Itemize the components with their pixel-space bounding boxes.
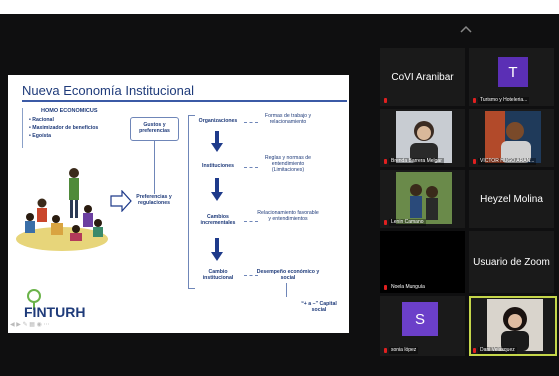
participant-name: Usuario de Zoom — [473, 256, 550, 268]
node-cambios-incrementales: Cambios incrementales — [200, 214, 236, 227]
homo-economicus-box: HOMO ECONOMICUS • Racional • Maximizador… — [22, 108, 119, 148]
participant-label: Turismo y Hoteleria... — [478, 97, 530, 104]
participant-video — [396, 111, 452, 163]
node-formas-trabajo: Formas de trabajo y relacionamiento — [264, 113, 312, 126]
participant-label: VICTOR HUGO ARAN... — [478, 158, 537, 165]
svg-text:FINTURH: FINTURH — [24, 304, 85, 320]
down-arrow-icon — [211, 252, 223, 261]
participant-label: Lenin Camano — [389, 219, 426, 226]
connector-line — [286, 283, 287, 297]
arrow-stem — [215, 131, 219, 143]
participant-video — [487, 299, 543, 351]
gustos-label: Gustos y preferencias — [139, 122, 170, 135]
participant-label: Dani Velásquez — [478, 347, 517, 354]
avatar: S — [402, 302, 438, 336]
gustos-box: Gustos y preferencias — [130, 117, 179, 141]
participant-tile[interactable]: VICTOR HUGO ARAN... — [469, 109, 554, 167]
muted-mic-icon — [384, 348, 387, 353]
muted-mic-icon — [473, 348, 476, 353]
chevron-up-icon[interactable] — [459, 22, 473, 36]
zoom-window: Nueva Economía Institucional HOMO ECONOM… — [0, 0, 559, 376]
participant-tile[interactable]: Noela Munguía — [380, 231, 465, 293]
preferencias-label: Preferencias y regulaciones — [136, 194, 172, 207]
down-arrow-icon — [211, 143, 223, 152]
muted-mic-icon — [384, 220, 387, 225]
node-cambio-institucional: Cambio institucional — [202, 269, 234, 282]
participant-name: CoVI Aranibar — [391, 71, 454, 83]
node-desempeno: Desempeño económico y social — [256, 269, 320, 282]
right-arrow-icon — [110, 190, 132, 212]
participant-tile[interactable]: Brenda Barrera Melgar — [380, 109, 465, 167]
slide-title: Nueva Economía Institucional — [22, 83, 194, 98]
node-instituciones: Instituciones — [202, 163, 234, 169]
shared-screen-slide: Nueva Economía Institucional HOMO ECONOM… — [8, 75, 349, 333]
muted-mic-icon — [473, 159, 476, 164]
finturh-logo: FINTURH — [24, 289, 85, 320]
arrow-stem — [215, 178, 219, 192]
participant-video — [396, 172, 452, 224]
participant-tile[interactable]: T Turismo y Hoteleria... — [469, 48, 554, 106]
node-relacionamiento: Relacionamiento favorable y entendimient… — [257, 210, 319, 223]
title-divider — [22, 100, 347, 102]
down-arrow-icon — [211, 192, 223, 201]
connector-line — [154, 140, 155, 194]
homo-heading: HOMO ECONOMICUS — [41, 108, 98, 114]
participant-tile[interactable]: Heyzel Molina — [469, 170, 554, 228]
participant-name: Heyzel Molina — [480, 193, 543, 205]
participant-tile[interactable]: S sonia lópez — [380, 296, 465, 356]
participant-tile[interactable]: CoVI Aranibar — [380, 48, 465, 106]
participant-label: sonia lópez — [389, 347, 419, 354]
participant-video — [485, 111, 541, 163]
muted-mic-icon — [384, 285, 387, 290]
node-organizaciones: Organizaciones — [198, 118, 238, 124]
participant-label: Noela Munguía — [389, 284, 427, 291]
top-bar — [0, 0, 559, 14]
avatar: T — [498, 57, 528, 87]
arrow-stem — [215, 238, 219, 252]
participant-tile-active-speaker[interactable]: Dani Velásquez — [469, 296, 557, 356]
participant-tile[interactable]: Usuario de Zoom — [469, 231, 554, 293]
participant-tile[interactable]: Lenin Camano — [380, 170, 465, 228]
homo-item: • Egoísta — [29, 133, 52, 139]
muted-mic-icon — [384, 159, 387, 164]
participant-label: Brenda Barrera Melgar — [389, 158, 444, 165]
homo-item: • Maximizador de beneficios — [29, 125, 99, 131]
muted-mic-icon — [473, 98, 476, 103]
presenter-toolbar[interactable]: ◀ ▶ ✎ ▦ ◉ ⋯ — [10, 321, 50, 328]
muted-mic-icon — [384, 98, 387, 103]
homo-item: • Racional — [29, 117, 54, 123]
node-reglas-normas: Reglas y normas de entendimiento (Limita… — [264, 155, 312, 174]
capital-social-label: “+ a –” Capital social — [301, 301, 337, 314]
people-illustration — [16, 168, 108, 251]
flow-bracket — [188, 115, 195, 289]
